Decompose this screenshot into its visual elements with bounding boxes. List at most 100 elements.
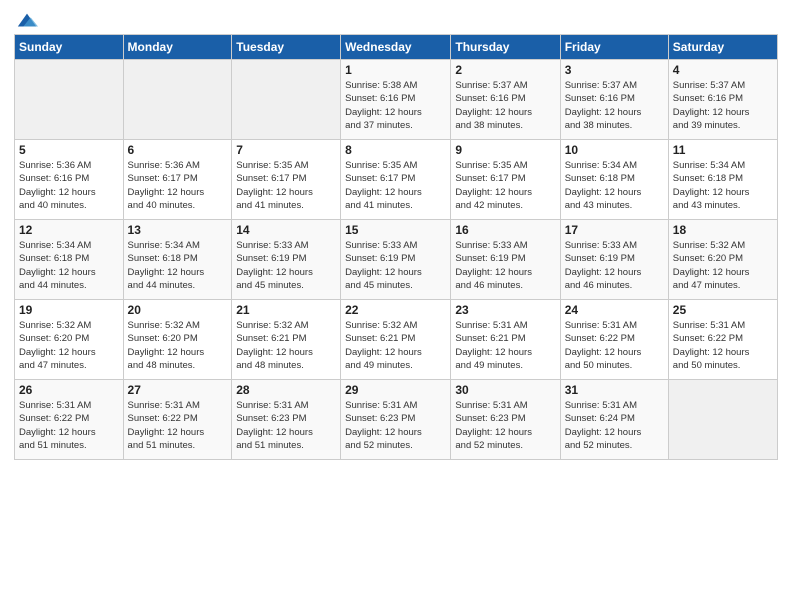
logo-icon <box>16 10 38 32</box>
day-cell: 31 Sunrise: 5:31 AM Sunset: 6:24 PM Dayli… <box>560 380 668 460</box>
day-cell: 14 Sunrise: 5:33 AM Sunset: 6:19 PM Dayli… <box>232 220 341 300</box>
day-cell: 22Sunrise: 5:32 AM Sunset: 6:21 PM Dayli… <box>341 300 451 380</box>
day-cell: 27 Sunrise: 5:31 AM Sunset: 6:22 PM Dayli… <box>123 380 232 460</box>
day-info: Sunrise: 5:31 AM Sunset: 6:22 PM Dayligh… <box>128 399 228 452</box>
day-info: Sunrise: 5:31 AM Sunset: 6:23 PM Dayligh… <box>236 399 336 452</box>
day-number: 9 <box>455 143 555 157</box>
header-row: SundayMondayTuesdayWednesdayThursdayFrid… <box>15 35 778 60</box>
day-number: 3 <box>565 63 664 77</box>
week-row-2: 5Sunrise: 5:36 AM Sunset: 6:16 PM Daylig… <box>15 140 778 220</box>
day-cell <box>668 380 777 460</box>
day-info: Sunrise: 5:36 AM Sunset: 6:16 PM Dayligh… <box>19 159 119 212</box>
day-info: Sunrise: 5:35 AM Sunset: 6:17 PM Dayligh… <box>236 159 336 212</box>
day-cell: 7 Sunrise: 5:35 AM Sunset: 6:17 PM Daylig… <box>232 140 341 220</box>
day-info: Sunrise: 5:31 AM Sunset: 6:22 PM Dayligh… <box>19 399 119 452</box>
calendar-table: SundayMondayTuesdayWednesdayThursdayFrid… <box>14 34 778 460</box>
day-number: 30 <box>455 383 555 397</box>
day-info: Sunrise: 5:32 AM Sunset: 6:20 PM Dayligh… <box>128 319 228 372</box>
header <box>14 10 778 28</box>
day-cell: 25 Sunrise: 5:31 AM Sunset: 6:22 PM Dayli… <box>668 300 777 380</box>
day-info: Sunrise: 5:37 AM Sunset: 6:16 PM Dayligh… <box>673 79 773 132</box>
day-number: 27 <box>128 383 228 397</box>
logo <box>14 10 38 28</box>
week-row-3: 12 Sunrise: 5:34 AM Sunset: 6:18 PM Dayli… <box>15 220 778 300</box>
day-info: Sunrise: 5:32 AM Sunset: 6:20 PM Dayligh… <box>673 239 773 292</box>
day-number: 29 <box>345 383 446 397</box>
day-number: 18 <box>673 223 773 237</box>
day-number: 31 <box>565 383 664 397</box>
day-cell: 26 Sunrise: 5:31 AM Sunset: 6:22 PM Dayli… <box>15 380 124 460</box>
day-number: 7 <box>236 143 336 157</box>
day-cell: 18 Sunrise: 5:32 AM Sunset: 6:20 PM Dayli… <box>668 220 777 300</box>
day-cell <box>123 60 232 140</box>
day-cell: 29 Sunrise: 5:31 AM Sunset: 6:23 PM Dayli… <box>341 380 451 460</box>
day-number: 11 <box>673 143 773 157</box>
day-number: 20 <box>128 303 228 317</box>
day-cell: 8 Sunrise: 5:35 AM Sunset: 6:17 PM Daylig… <box>341 140 451 220</box>
day-number: 28 <box>236 383 336 397</box>
header-day-wednesday: Wednesday <box>341 35 451 60</box>
day-cell: 2Sunrise: 5:37 AM Sunset: 6:16 PM Daylig… <box>451 60 560 140</box>
day-cell: 3 Sunrise: 5:37 AM Sunset: 6:16 PM Daylig… <box>560 60 668 140</box>
day-info: Sunrise: 5:33 AM Sunset: 6:19 PM Dayligh… <box>236 239 336 292</box>
day-number: 23 <box>455 303 555 317</box>
day-info: Sunrise: 5:33 AM Sunset: 6:19 PM Dayligh… <box>565 239 664 292</box>
day-info: Sunrise: 5:32 AM Sunset: 6:21 PM Dayligh… <box>345 319 446 372</box>
day-number: 1 <box>345 63 446 77</box>
day-cell: 4 Sunrise: 5:37 AM Sunset: 6:16 PM Daylig… <box>668 60 777 140</box>
day-info: Sunrise: 5:37 AM Sunset: 6:16 PM Dayligh… <box>455 79 555 132</box>
day-number: 12 <box>19 223 119 237</box>
day-number: 19 <box>19 303 119 317</box>
day-cell: 10Sunrise: 5:34 AM Sunset: 6:18 PM Dayli… <box>560 140 668 220</box>
day-info: Sunrise: 5:34 AM Sunset: 6:18 PM Dayligh… <box>673 159 773 212</box>
day-info: Sunrise: 5:31 AM Sunset: 6:23 PM Dayligh… <box>345 399 446 452</box>
day-number: 14 <box>236 223 336 237</box>
day-cell: 24 Sunrise: 5:31 AM Sunset: 6:22 PM Dayli… <box>560 300 668 380</box>
day-cell: 6 Sunrise: 5:36 AM Sunset: 6:17 PM Daylig… <box>123 140 232 220</box>
day-info: Sunrise: 5:31 AM Sunset: 6:22 PM Dayligh… <box>565 319 664 372</box>
day-info: Sunrise: 5:35 AM Sunset: 6:17 PM Dayligh… <box>345 159 446 212</box>
week-row-1: 1 Sunrise: 5:38 AM Sunset: 6:16 PM Daylig… <box>15 60 778 140</box>
day-info: Sunrise: 5:38 AM Sunset: 6:16 PM Dayligh… <box>345 79 446 132</box>
day-cell: 12Sunrise: 5:34 AM Sunset: 6:18 PM Dayli… <box>15 220 124 300</box>
day-info: Sunrise: 5:31 AM Sunset: 6:22 PM Dayligh… <box>673 319 773 372</box>
day-info: Sunrise: 5:32 AM Sunset: 6:21 PM Dayligh… <box>236 319 336 372</box>
day-info: Sunrise: 5:36 AM Sunset: 6:17 PM Dayligh… <box>128 159 228 212</box>
day-info: Sunrise: 5:31 AM Sunset: 6:24 PM Dayligh… <box>565 399 664 452</box>
day-number: 4 <box>673 63 773 77</box>
day-number: 16 <box>455 223 555 237</box>
day-info: Sunrise: 5:35 AM Sunset: 6:17 PM Dayligh… <box>455 159 555 212</box>
day-cell: 23 Sunrise: 5:31 AM Sunset: 6:21 PM Dayli… <box>451 300 560 380</box>
day-cell: 15 Sunrise: 5:33 AM Sunset: 6:19 PM Dayli… <box>341 220 451 300</box>
day-number: 15 <box>345 223 446 237</box>
day-number: 17 <box>565 223 664 237</box>
day-cell: 30 Sunrise: 5:31 AM Sunset: 6:23 PM Dayli… <box>451 380 560 460</box>
day-number: 26 <box>19 383 119 397</box>
day-cell: 28 Sunrise: 5:31 AM Sunset: 6:23 PM Dayli… <box>232 380 341 460</box>
header-day-thursday: Thursday <box>451 35 560 60</box>
week-row-4: 19 Sunrise: 5:32 AM Sunset: 6:20 PM Dayli… <box>15 300 778 380</box>
day-number: 21 <box>236 303 336 317</box>
header-day-monday: Monday <box>123 35 232 60</box>
day-cell: 17 Sunrise: 5:33 AM Sunset: 6:19 PM Dayli… <box>560 220 668 300</box>
day-info: Sunrise: 5:33 AM Sunset: 6:19 PM Dayligh… <box>345 239 446 292</box>
day-info: Sunrise: 5:31 AM Sunset: 6:21 PM Dayligh… <box>455 319 555 372</box>
day-info: Sunrise: 5:34 AM Sunset: 6:18 PM Dayligh… <box>128 239 228 292</box>
day-number: 25 <box>673 303 773 317</box>
day-number: 13 <box>128 223 228 237</box>
day-info: Sunrise: 5:37 AM Sunset: 6:16 PM Dayligh… <box>565 79 664 132</box>
day-cell <box>15 60 124 140</box>
day-info: Sunrise: 5:31 AM Sunset: 6:23 PM Dayligh… <box>455 399 555 452</box>
day-cell: 11 Sunrise: 5:34 AM Sunset: 6:18 PM Dayli… <box>668 140 777 220</box>
day-info: Sunrise: 5:33 AM Sunset: 6:19 PM Dayligh… <box>455 239 555 292</box>
week-row-5: 26 Sunrise: 5:31 AM Sunset: 6:22 PM Dayli… <box>15 380 778 460</box>
header-day-sunday: Sunday <box>15 35 124 60</box>
day-number: 24 <box>565 303 664 317</box>
day-number: 10 <box>565 143 664 157</box>
day-info: Sunrise: 5:32 AM Sunset: 6:20 PM Dayligh… <box>19 319 119 372</box>
day-number: 8 <box>345 143 446 157</box>
day-cell: 5Sunrise: 5:36 AM Sunset: 6:16 PM Daylig… <box>15 140 124 220</box>
header-day-tuesday: Tuesday <box>232 35 341 60</box>
header-day-saturday: Saturday <box>668 35 777 60</box>
day-number: 6 <box>128 143 228 157</box>
